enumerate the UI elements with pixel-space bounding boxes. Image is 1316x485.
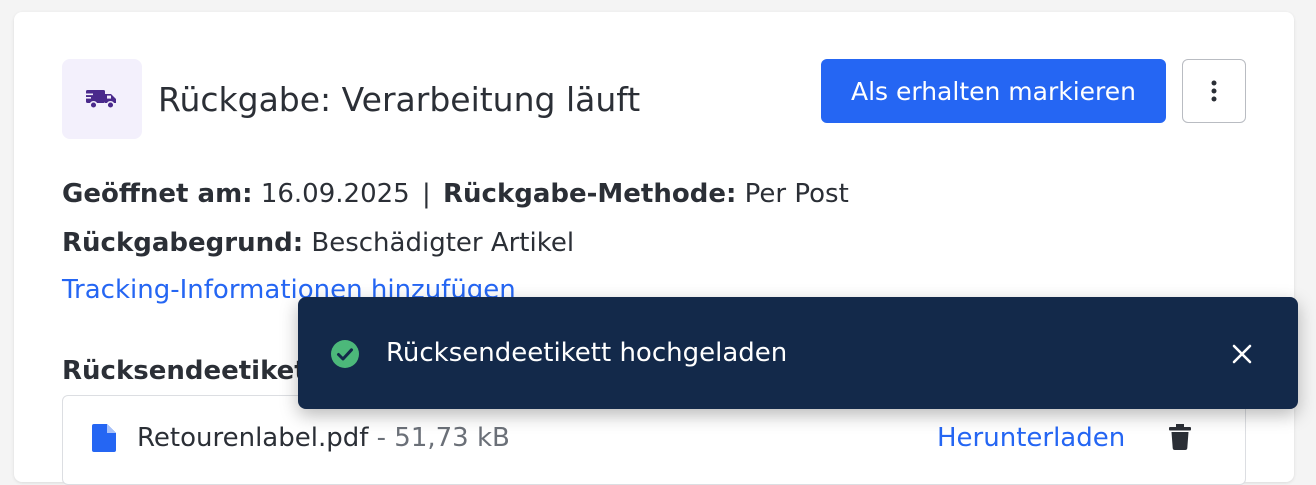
more-actions-button[interactable] [1182, 59, 1246, 123]
opened-value: 16.09.2025 [260, 179, 410, 209]
close-icon[interactable] [1230, 342, 1254, 366]
return-details-line: Geöffnet am: 16.09.2025 | Rückgabe-Metho… [62, 177, 849, 211]
return-status-icon-tile [62, 59, 142, 139]
opened-label: Geöffnet am: [62, 179, 253, 209]
return-method-label: Rückgabe-Methode: [443, 179, 737, 209]
file-icon [92, 424, 116, 452]
more-vertical-icon [1211, 80, 1217, 102]
page-title: Rückgabe: Verarbeitung läuft [158, 80, 641, 119]
trash-icon[interactable] [1169, 424, 1191, 450]
return-label-heading: Rücksendeetikett [62, 356, 320, 386]
check-circle-icon [331, 340, 359, 368]
file-name-with-size: Retourenlabel.pdf - 51,73 kB [137, 421, 510, 455]
return-reason-label: Rückgabegrund: [62, 228, 304, 258]
return-reason-line: Rückgabegrund: Beschädigter Artikel [62, 226, 574, 260]
file-size: - 51,73 kB [376, 423, 510, 453]
toast-message: Rücksendeetikett hochgeladen [386, 338, 788, 368]
file-name: Retourenlabel.pdf [137, 423, 369, 453]
download-link[interactable]: Herunterladen [937, 421, 1125, 455]
details-separator: | [421, 179, 431, 209]
return-method-value: Per Post [744, 179, 849, 209]
success-toast: Rücksendeetikett hochgeladen [298, 297, 1298, 409]
mark-as-received-button[interactable]: Als erhalten markieren [821, 59, 1166, 123]
return-reason-value: Beschädigter Artikel [311, 228, 575, 258]
truck-icon [86, 90, 116, 110]
